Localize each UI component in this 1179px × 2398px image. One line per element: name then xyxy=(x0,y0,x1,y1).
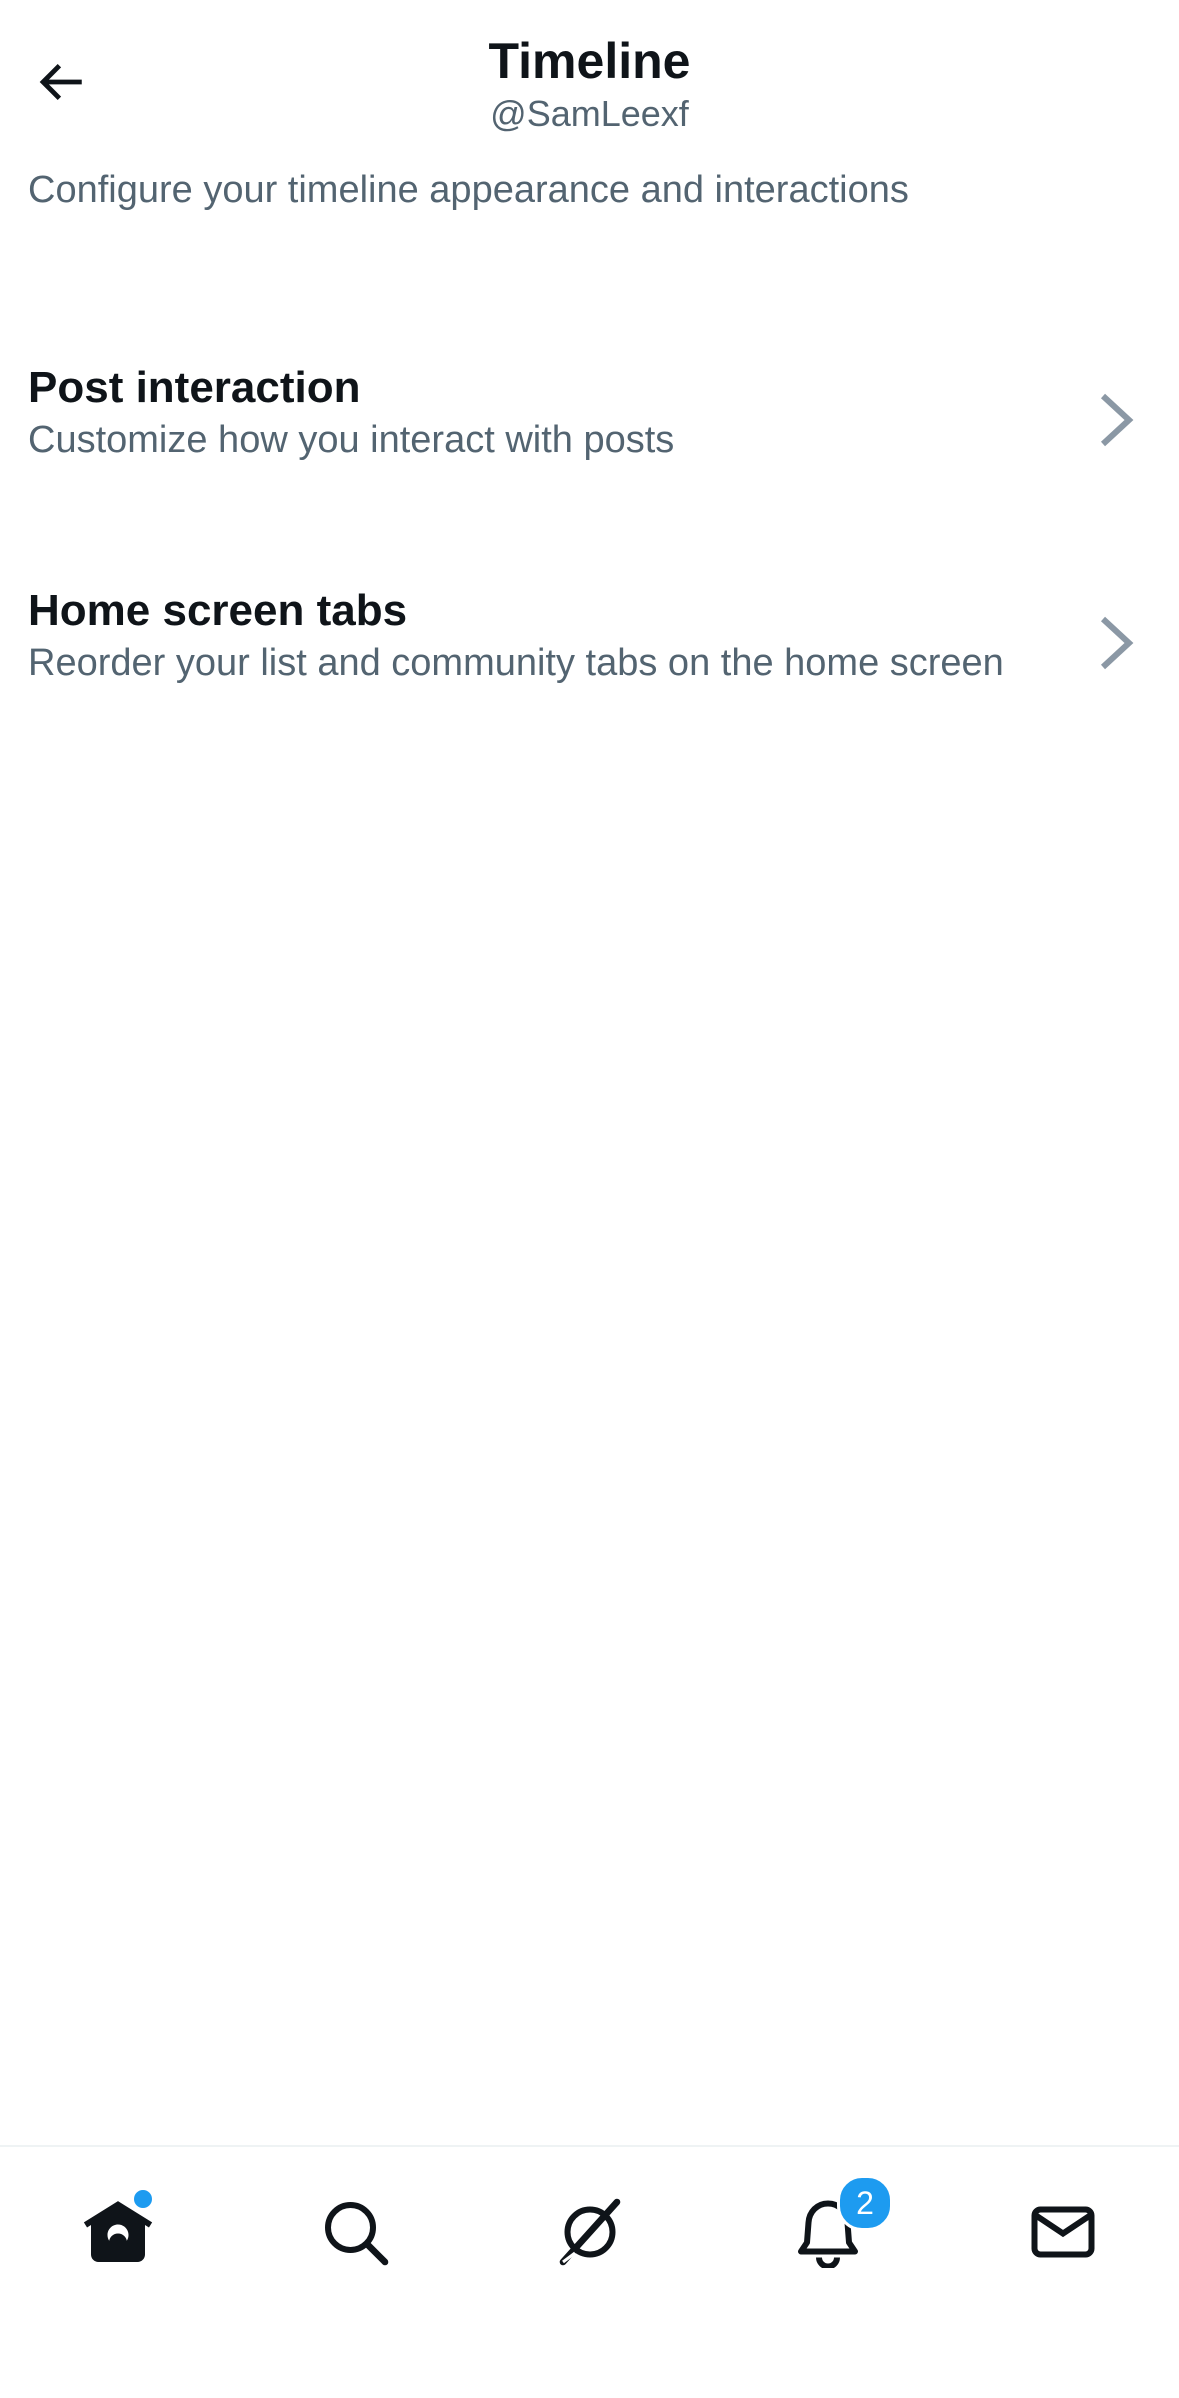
notifications-badge: 2 xyxy=(837,2175,893,2231)
nav-home-tab[interactable] xyxy=(73,2187,163,2277)
envelope-icon xyxy=(1031,2206,1095,2258)
chevron-right-icon xyxy=(1095,390,1139,450)
post-interaction-item[interactable]: Post interaction Customize how you inter… xyxy=(0,340,1179,500)
nav-messages-tab[interactable] xyxy=(1018,2187,1108,2277)
item-subtitle: Customize how you interact with posts xyxy=(28,419,675,461)
top-app-bar: Timeline @SamLeexf xyxy=(0,0,1179,150)
item-subtitle: Reorder your list and community tabs on … xyxy=(28,642,1004,684)
bottom-navigation-bar: 2 xyxy=(0,2145,1179,2398)
home-screen-tabs-item[interactable]: Home screen tabs Reorder your list and c… xyxy=(0,563,1179,723)
page-description: Configure your timeline appearance and i… xyxy=(28,169,909,211)
unread-dot xyxy=(131,2187,155,2211)
search-icon xyxy=(325,2202,389,2266)
item-title: Home screen tabs xyxy=(28,586,408,635)
nav-grok-tab[interactable] xyxy=(545,2187,635,2277)
account-handle: @SamLeexf xyxy=(490,93,689,134)
page-title: Timeline xyxy=(488,33,691,89)
grok-icon xyxy=(559,2198,621,2266)
nav-search-tab[interactable] xyxy=(310,2187,400,2277)
chevron-right-icon xyxy=(1095,613,1139,673)
nav-notifications-tab[interactable]: 2 xyxy=(783,2175,893,2277)
item-title: Post interaction xyxy=(28,363,361,412)
